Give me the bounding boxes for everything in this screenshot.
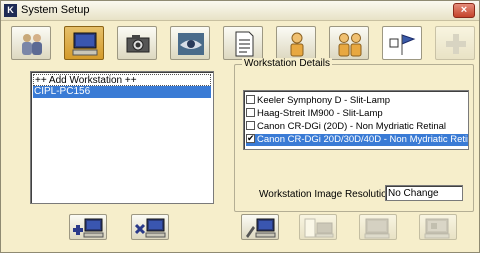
device-checkbox[interactable] bbox=[246, 108, 255, 117]
edit-workstation-icon bbox=[246, 218, 276, 238]
device-row[interactable]: ✔ Canon CR-DGi 20D/30D/40D - Non Mydriati… bbox=[246, 134, 468, 146]
checkmark-icon: ✔ bbox=[247, 134, 255, 143]
device-checkbox[interactable] bbox=[246, 95, 255, 104]
resolution-label: Workstation Image Resolution bbox=[259, 189, 393, 200]
device-settings-icon bbox=[364, 218, 390, 239]
resolution-field[interactable] bbox=[385, 185, 463, 201]
flag-icon bbox=[389, 34, 416, 55]
group-label: Workstation Details bbox=[242, 58, 332, 69]
close-button[interactable]: × bbox=[453, 3, 475, 18]
person-icon bbox=[290, 32, 304, 57]
title-bar[interactable]: K System Setup × bbox=[1, 1, 479, 21]
device-checkbox[interactable] bbox=[246, 121, 255, 130]
add-device-icon bbox=[304, 218, 334, 238]
add-workstation-icon bbox=[73, 218, 104, 238]
system-setup-window: K System Setup × ++ Add Workstation ++ C… bbox=[0, 0, 480, 253]
device-config-icon bbox=[424, 218, 450, 239]
device-checklist[interactable]: Keeler Symphony D - Slit-Lamp Haag-Strei… bbox=[243, 90, 469, 150]
device-checkbox[interactable]: ✔ bbox=[246, 134, 255, 143]
device-settings-button[interactable] bbox=[359, 214, 397, 240]
delete-workstation-icon bbox=[135, 218, 166, 238]
workstation-monitor-icon bbox=[72, 32, 98, 56]
list-item[interactable]: CIPL-PC156 bbox=[33, 86, 211, 98]
document-icon bbox=[235, 31, 254, 57]
edit-workstation-button[interactable] bbox=[241, 214, 279, 240]
window-title: System Setup bbox=[21, 4, 90, 16]
toolbar-flag-button[interactable] bbox=[382, 26, 422, 60]
add-workstation-button[interactable] bbox=[69, 214, 107, 240]
toolbar-document-button[interactable] bbox=[223, 26, 263, 60]
add-device-button[interactable] bbox=[299, 214, 337, 240]
plus-icon bbox=[446, 34, 466, 54]
device-config-button[interactable] bbox=[419, 214, 457, 240]
app-logo-icon: K bbox=[4, 4, 17, 17]
eye-icon bbox=[178, 33, 204, 55]
toolbar-two-persons-button[interactable] bbox=[329, 26, 369, 60]
device-row[interactable]: Keeler Symphony D - Slit-Lamp bbox=[246, 95, 468, 107]
toolbar-camera-button[interactable] bbox=[117, 26, 157, 60]
users-group-icon bbox=[22, 34, 42, 55]
camera-icon bbox=[126, 35, 150, 53]
toolbar-plus-button[interactable] bbox=[435, 26, 475, 60]
list-item[interactable]: ++ Add Workstation ++ bbox=[33, 74, 211, 86]
device-row[interactable]: Canon CR-DGi (20D) - Non Mydriatic Retin… bbox=[246, 121, 468, 133]
workstation-listbox[interactable]: ++ Add Workstation ++ CIPL-PC156 bbox=[30, 71, 214, 204]
delete-workstation-button[interactable] bbox=[131, 214, 169, 240]
two-persons-icon bbox=[338, 33, 362, 57]
toolbar-workstation-button[interactable] bbox=[64, 26, 104, 60]
toolbar-person-button[interactable] bbox=[276, 26, 316, 60]
toolbar-users-button[interactable] bbox=[11, 26, 51, 60]
device-row[interactable]: Haag-Streit IM900 - Slit-Lamp bbox=[246, 108, 468, 120]
toolbar-eye-button[interactable] bbox=[170, 26, 210, 60]
